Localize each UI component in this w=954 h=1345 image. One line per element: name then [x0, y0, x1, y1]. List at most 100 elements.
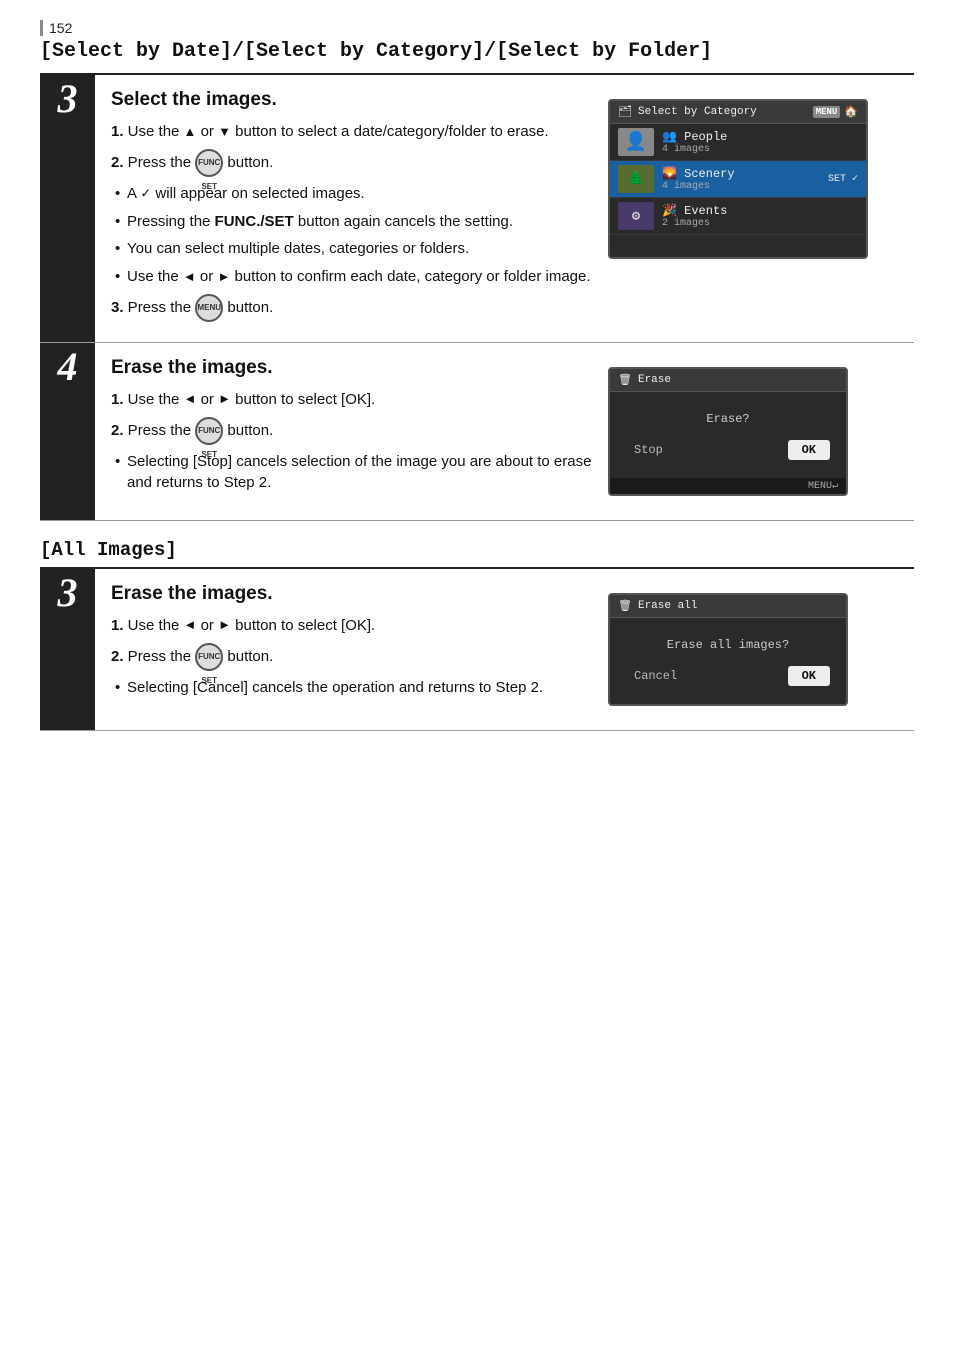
step-3-item-3: 3. Press the MENU button. — [111, 294, 598, 322]
scenery-label: 🌄 Scenery — [662, 166, 820, 181]
all-images-item-2: 2. Press the FUNCSET button. — [111, 643, 598, 671]
step-3-item-2: 2. Press the FUNCSET button. — [111, 149, 598, 177]
events-cat-name: Events — [684, 204, 727, 218]
all-images-step-title: Erase the images. — [111, 583, 598, 605]
all-images-screen: 🗑 Erase all Erase all images? Cancel OK — [608, 583, 898, 716]
cam-home-icon: 🏠 — [844, 105, 858, 119]
arrow-left-icon: ◄ — [183, 268, 196, 287]
step-3-num-3: 3. — [111, 299, 124, 316]
scenery-cat-icon: 🌄 — [662, 167, 677, 181]
step-4-item-2: 2. Press the FUNCSET button. — [111, 417, 598, 445]
step-4-screen: 🗑 Erase Erase? Stop OK MENU↵ — [608, 357, 898, 506]
erase-all-trash-icon: 🗑 — [618, 599, 632, 613]
category-row-events: ⚙ 🎉 Events 2 images — [610, 198, 866, 235]
step-4-text: Erase the images. 1. Use the ◄ or ► butt… — [111, 357, 598, 506]
events-info: 🎉 Events 2 images — [662, 203, 858, 229]
cam-menu-badge: MENU — [813, 106, 841, 118]
all-images-step-row: 3 Erase the images. 1. Use the ◄ or ► bu… — [40, 568, 914, 731]
step-3-bullet-1: A ✓ will appear on selected images. — [111, 183, 598, 205]
ok-button[interactable]: OK — [788, 440, 830, 460]
ok-button-all[interactable]: OK — [788, 666, 830, 686]
step-3-label: 3 — [58, 76, 78, 121]
main-content-table: 3 Select the images. 1. Use the ▲ or ▼ b… — [40, 73, 914, 521]
cancel-button[interactable]: Cancel — [626, 666, 685, 686]
erase-all-buttons: Cancel OK — [622, 666, 834, 694]
all-images-num-1: 1. — [111, 617, 124, 634]
step-3-text: Select the images. 1. Use the ▲ or ▼ but… — [111, 89, 598, 328]
events-label: 🎉 Events — [662, 203, 858, 218]
step-3-title: Select the images. — [111, 89, 598, 111]
func-btn-icon: FUNCSET — [195, 149, 223, 177]
erase-question: Erase? — [622, 412, 834, 426]
step-4-num-2: 2. — [111, 421, 124, 438]
arrow-left-icon-3: ◄ — [184, 616, 197, 635]
step-number-3-select: 3 — [40, 74, 95, 342]
step-3-bullet-2: Pressing the FUNC./SET button again canc… — [111, 211, 598, 233]
all-images-content: Erase the images. 1. Use the ◄ or ► butt… — [95, 568, 914, 731]
all-images-num-2: 2. — [111, 647, 124, 664]
step-3-list: 1. Use the ▲ or ▼ button to select a dat… — [111, 121, 598, 322]
category-screen: 🗂 Select by Category MENU 🏠 👤 — [608, 99, 868, 259]
events-thumb: ⚙ — [618, 202, 654, 230]
all-images-step-label: 3 — [58, 570, 78, 615]
people-cat-name: People — [684, 130, 727, 144]
erase-body: Erase? Stop OK — [610, 392, 846, 478]
erase-all-title: Erase all — [638, 600, 697, 612]
people-cat-icon: 👥 — [662, 130, 677, 144]
all-images-list: 1. Use the ◄ or ► button to select [OK].… — [111, 615, 598, 699]
people-thumb: 👤 — [618, 128, 654, 156]
step-3-num-2: 2. — [111, 154, 124, 171]
erase-title: Erase — [638, 374, 671, 386]
step-3-item-1: 1. Use the ▲ or ▼ button to select a dat… — [111, 121, 598, 143]
all-images-table: 3 Erase the images. 1. Use the ◄ or ► bu… — [40, 567, 914, 731]
cam-title-area: 🗂 Select by Category — [618, 105, 757, 119]
all-images-item-1: 1. Use the ◄ or ► button to select [OK]. — [111, 615, 598, 637]
scenery-count: 4 images — [662, 181, 820, 192]
cam-header-title: Select by Category — [638, 106, 757, 118]
erase-trash-icon: 🗑 — [618, 373, 632, 387]
category-row-people: 👤 👥 People 4 images — [610, 124, 866, 161]
page-number: 152 — [40, 20, 914, 36]
stop-button[interactable]: Stop — [626, 440, 671, 460]
menu-btn-icon: MENU — [195, 294, 223, 322]
people-label: 👥 People — [662, 129, 858, 144]
camera-grid-icon: 🗂 — [618, 105, 632, 119]
arrow-right-icon-2: ► — [218, 390, 231, 409]
set-check-badge: SET ✓ — [828, 173, 858, 185]
arrow-right-icon-3: ► — [218, 616, 231, 635]
step-3-bullet-4: Use the ◄ or ► button to confirm each da… — [111, 266, 598, 288]
step-4-num-1: 1. — [111, 391, 124, 408]
step-3-num-1: 1. — [111, 123, 124, 140]
scenery-cat-name: Scenery — [684, 167, 734, 181]
all-images-title: [All Images] — [40, 539, 914, 561]
func-btn-icon-3: FUNCSET — [195, 643, 223, 671]
func-btn-icon-2: FUNCSET — [195, 417, 223, 445]
step-4-label: 4 — [58, 344, 78, 389]
step-row-erase: 4 Erase the images. 1. Use the ◄ or ► bu… — [40, 342, 914, 520]
scenery-info: 🌄 Scenery 4 images — [662, 166, 820, 192]
erase-header: 🗑 Erase — [610, 369, 846, 392]
erase-all-dialog: 🗑 Erase all Erase all images? Cancel OK — [608, 593, 848, 706]
erase-all-question: Erase all images? — [622, 638, 834, 652]
erase-all-header: 🗑 Erase all — [610, 595, 846, 618]
cam-header: 🗂 Select by Category MENU 🏠 — [610, 101, 866, 124]
people-count: 4 images — [662, 144, 858, 155]
erase-all-body: Erase all images? Cancel OK — [610, 618, 846, 704]
funcset-bold: FUNC./SET — [215, 213, 294, 230]
arrow-left-icon-2: ◄ — [184, 390, 197, 409]
events-count: 2 images — [662, 218, 858, 229]
erase-dialog: 🗑 Erase Erase? Stop OK MENU↵ — [608, 367, 848, 496]
arrow-up-icon: ▲ — [184, 123, 197, 142]
step-4-list: 1. Use the ◄ or ► button to select [OK].… — [111, 389, 598, 494]
step-row-select: 3 Select the images. 1. Use the ▲ or ▼ b… — [40, 74, 914, 342]
step-4-item-1: 1. Use the ◄ or ► button to select [OK]. — [111, 389, 598, 411]
erase-buttons: Stop OK — [622, 440, 834, 468]
arrow-down-icon: ▼ — [218, 123, 231, 142]
people-info: 👥 People 4 images — [662, 129, 858, 155]
arrow-right-icon: ► — [217, 268, 230, 287]
step-3-content: Select the images. 1. Use the ▲ or ▼ but… — [95, 74, 914, 342]
checkmark-icon: ✓ — [140, 185, 151, 200]
step-number-4: 4 — [40, 342, 95, 520]
all-images-step-num: 3 — [40, 568, 95, 731]
step-3-screen: 🗂 Select by Category MENU 🏠 👤 — [608, 89, 898, 328]
